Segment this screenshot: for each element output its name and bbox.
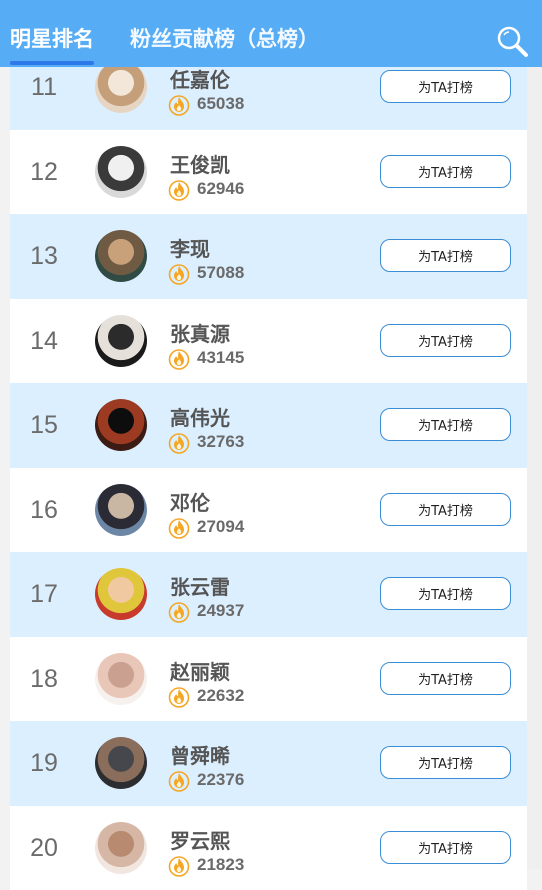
ranking-row: 17 张云雷 24937 为TA打榜 — [10, 552, 527, 637]
rank-number: 15 — [10, 411, 78, 440]
flame-icon — [168, 515, 190, 539]
avatar[interactable] — [95, 484, 147, 536]
score-value: 57088 — [197, 263, 244, 283]
flame-icon — [168, 684, 190, 708]
ranking-list: 11 任嘉伦 65038 为TA打榜 12 王俊凯 62946 为TA打榜 13 — [10, 45, 527, 890]
tab-star-ranking[interactable]: 明星排名 — [10, 26, 94, 52]
rank-number: 17 — [10, 580, 78, 609]
rank-number: 18 — [10, 665, 78, 694]
flame-icon — [168, 346, 190, 370]
flame-icon — [168, 599, 190, 623]
score-value: 22632 — [197, 686, 244, 706]
rank-number: 13 — [10, 242, 78, 271]
star-name[interactable]: 任嘉伦 — [170, 64, 230, 93]
search-icon[interactable] — [495, 24, 529, 58]
vote-for-star-button[interactable]: 为TA打榜 — [380, 239, 511, 272]
star-name[interactable]: 高伟光 — [170, 402, 230, 431]
rank-number: 20 — [10, 834, 78, 863]
avatar[interactable] — [95, 230, 147, 282]
ranking-row: 14 张真源 43145 为TA打榜 — [10, 299, 527, 384]
active-tab-indicator — [10, 61, 94, 65]
vote-for-star-button[interactable]: 为TA打榜 — [380, 408, 511, 441]
avatar[interactable] — [95, 146, 147, 198]
flame-icon — [168, 430, 190, 454]
vote-for-star-button[interactable]: 为TA打榜 — [380, 70, 511, 103]
score-value: 65038 — [197, 94, 244, 114]
flame-icon — [168, 853, 190, 877]
rank-number: 19 — [10, 749, 78, 778]
avatar[interactable] — [95, 653, 147, 705]
star-name[interactable]: 邓伦 — [170, 487, 210, 516]
ranking-row: 20 罗云熙 21823 为TA打榜 — [10, 806, 527, 890]
flame-icon — [168, 768, 190, 792]
star-name[interactable]: 王俊凯 — [170, 149, 230, 178]
score-value: 27094 — [197, 517, 244, 537]
avatar[interactable] — [95, 822, 147, 874]
avatar[interactable] — [95, 737, 147, 789]
top-nav-bar: 明星排名 粉丝贡献榜（总榜） — [0, 0, 542, 67]
vote-for-star-button[interactable]: 为TA打榜 — [380, 577, 511, 610]
star-name[interactable]: 李现 — [170, 233, 210, 262]
ranking-row: 12 王俊凯 62946 为TA打榜 — [10, 130, 527, 215]
score-value: 22376 — [197, 770, 244, 790]
rank-number: 16 — [10, 496, 78, 525]
star-name[interactable]: 张云雷 — [170, 571, 230, 600]
rank-number: 11 — [10, 73, 78, 102]
ranking-row: 18 赵丽颖 22632 为TA打榜 — [10, 637, 527, 722]
score-value: 24937 — [197, 601, 244, 621]
ranking-row: 15 高伟光 32763 为TA打榜 — [10, 383, 527, 468]
rank-number: 12 — [10, 158, 78, 187]
vote-for-star-button[interactable]: 为TA打榜 — [380, 662, 511, 695]
vote-for-star-button[interactable]: 为TA打榜 — [380, 746, 511, 779]
avatar[interactable] — [95, 315, 147, 367]
flame-icon — [168, 92, 190, 116]
avatar[interactable] — [95, 399, 147, 451]
avatar[interactable] — [95, 568, 147, 620]
ranking-row: 16 邓伦 27094 为TA打榜 — [10, 468, 527, 553]
vote-for-star-button[interactable]: 为TA打榜 — [380, 324, 511, 357]
vote-for-star-button[interactable]: 为TA打榜 — [380, 831, 511, 864]
flame-icon — [168, 177, 190, 201]
vote-for-star-button[interactable]: 为TA打榜 — [380, 493, 511, 526]
flame-icon — [168, 261, 190, 285]
rank-number: 14 — [10, 327, 78, 356]
score-value: 32763 — [197, 432, 244, 452]
avatar[interactable] — [95, 61, 147, 113]
score-value: 62946 — [197, 179, 244, 199]
star-name[interactable]: 曾舜晞 — [170, 740, 230, 769]
star-name[interactable]: 赵丽颖 — [170, 656, 230, 685]
scrollbar-track[interactable] — [527, 67, 542, 869]
vote-for-star-button[interactable]: 为TA打榜 — [380, 155, 511, 188]
score-value: 43145 — [197, 348, 244, 368]
ranking-row: 13 李现 57088 为TA打榜 — [10, 214, 527, 299]
star-name[interactable]: 罗云熙 — [170, 825, 230, 854]
ranking-row: 19 曾舜晞 22376 为TA打榜 — [10, 721, 527, 806]
score-value: 21823 — [197, 855, 244, 875]
tab-fan-contribution[interactable]: 粉丝贡献榜（总榜） — [130, 26, 319, 52]
star-name[interactable]: 张真源 — [170, 318, 230, 347]
